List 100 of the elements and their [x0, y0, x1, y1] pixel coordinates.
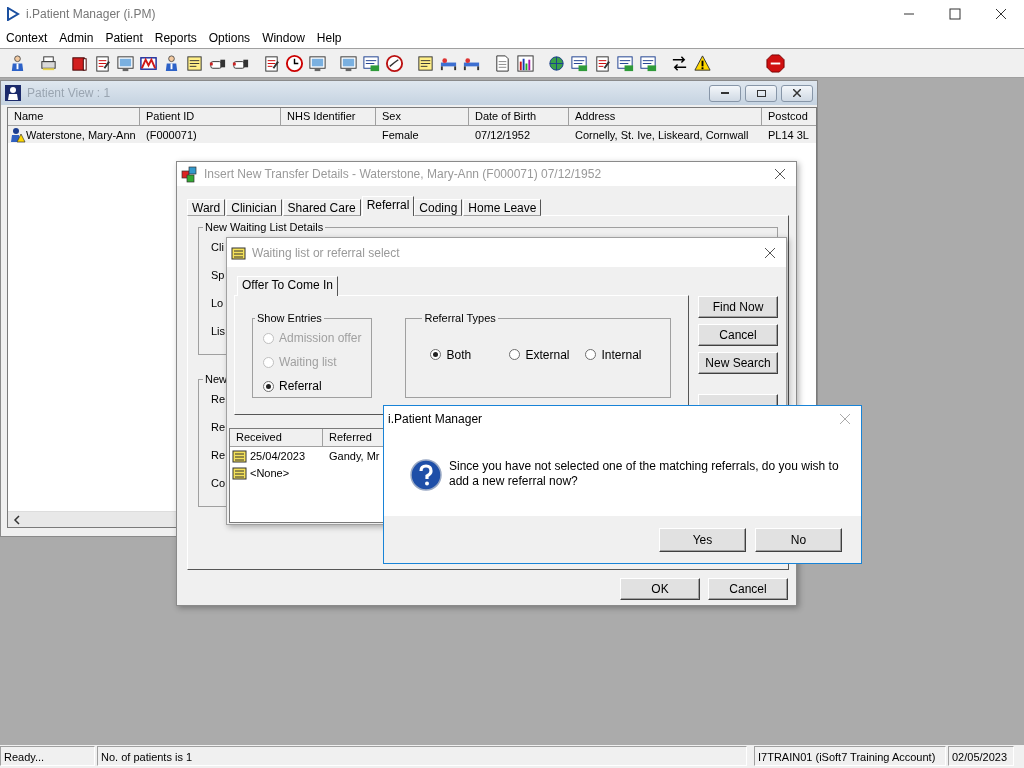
tab[interactable]: Offer To Come In: [237, 276, 338, 296]
group-title: Referral Types: [423, 312, 497, 324]
radio-label: External: [525, 347, 570, 362]
status-text: 02/05/2023: [948, 746, 1014, 766]
radio-label: Both: [446, 347, 472, 362]
tab[interactable]: Shared Care: [282, 199, 361, 216]
table-cell: PL14 3L: [768, 128, 809, 141]
field-label: Re: [211, 392, 226, 407]
table-cell: Female: [382, 128, 419, 141]
dialog-button[interactable]: No: [755, 527, 842, 552]
tab[interactable]: Clinician: [226, 199, 282, 216]
status-text: Ready...: [0, 746, 95, 766]
window-title: i.Patient Manager (i.PM): [26, 7, 157, 21]
field-label: Sp: [211, 268, 225, 283]
dialog-title: i.Patient Manager: [388, 411, 484, 426]
close-icon[interactable]: [764, 246, 776, 259]
dialog-button[interactable]: Cancel: [708, 578, 788, 600]
stop-sign-icon[interactable]: [766, 53, 785, 73]
status-text: No. of patients is 1: [97, 746, 747, 766]
table-cell: 07/12/1952: [475, 128, 531, 141]
column-header[interactable]: Patient ID: [140, 108, 281, 125]
dialog-title: Insert New Transfer Details - Waterstone, Mary-Ann (F000071) 07/12/1952: [204, 167, 603, 181]
cubes-icon: [181, 165, 199, 183]
menu-item[interactable]: Patient: [99, 31, 149, 45]
printer-icon[interactable]: [39, 53, 58, 73]
menu-item[interactable]: Context: [0, 31, 54, 45]
field-label: Cli: [211, 240, 224, 255]
notepad-icon: [232, 464, 248, 481]
minimize-button[interactable]: [709, 84, 741, 102]
menu-item[interactable]: Window: [256, 31, 311, 45]
column-header[interactable]: Postcod: [762, 108, 817, 125]
note-icon[interactable]: [416, 53, 435, 73]
field-label: Co: [211, 476, 226, 491]
tab[interactable]: Coding: [414, 199, 463, 216]
card-icon[interactable]: [570, 53, 589, 73]
column-header[interactable]: Address: [569, 108, 762, 125]
globe-icon[interactable]: [547, 53, 566, 73]
screen-icon[interactable]: [116, 53, 135, 73]
clock-icon[interactable]: [285, 53, 304, 73]
table-cell: Cornelly, St. Ive, Liskeard, Cornwall: [575, 128, 749, 141]
column-header[interactable]: Name: [8, 108, 140, 125]
question-icon: [410, 459, 442, 491]
dialog-button[interactable]: OK: [620, 578, 700, 600]
column-header[interactable]: NHS Identifier: [281, 108, 376, 125]
menu-item[interactable]: Options: [202, 31, 257, 45]
card-icon[interactable]: [362, 53, 381, 73]
column-header[interactable]: Sex: [376, 108, 469, 125]
dialog-button[interactable]: New Search: [698, 352, 778, 374]
table-cell: (F000071): [146, 128, 197, 141]
maximize-icon[interactable]: [949, 8, 961, 20]
document-icon[interactable]: [493, 53, 512, 73]
warning-icon[interactable]: [693, 53, 712, 73]
table-cell: 25/04/2023: [250, 449, 306, 462]
close-icon[interactable]: [774, 168, 786, 180]
menu-item[interactable]: Admin: [53, 31, 100, 45]
field-label: Re: [211, 448, 226, 463]
person-warning-icon: [10, 126, 26, 143]
patient-row[interactable]: Waterstone, Mary-Ann (F000071) Female 07/12/1952 Cornelly, St. Ive, Liskeard, Cornwall PL14 3L: [8, 126, 816, 143]
radio-label: Internal: [601, 347, 642, 362]
tab[interactable]: Ward: [187, 199, 226, 216]
message-text: Since you have not selected one of the matching referrals, do you wish to add a new referral now?: [449, 459, 840, 489]
restore-button[interactable]: [745, 84, 777, 102]
table-cell: <None>: [250, 466, 290, 479]
play-triangle-icon: [6, 7, 20, 21]
card-icon[interactable]: [639, 53, 658, 73]
radio-button[interactable]: [263, 380, 274, 392]
radio-label: Admission offer: [279, 331, 362, 345]
screen-icon[interactable]: [339, 53, 358, 73]
tab[interactable]: Home Leave: [463, 199, 542, 216]
person-icon: [5, 85, 21, 101]
clipboard-icon[interactable]: [93, 53, 112, 73]
table-cell: Waterstone, Mary-Ann: [26, 128, 136, 141]
dialog-button[interactable]: Cancel: [698, 324, 778, 346]
menu-item[interactable]: Reports: [148, 31, 203, 45]
close-icon[interactable]: [995, 8, 1007, 20]
radio-button[interactable]: [509, 349, 521, 360]
notepad-icon: [232, 447, 248, 464]
radio-label: Referral: [279, 379, 322, 393]
column-header[interactable]: Received: [230, 429, 323, 446]
radio-button[interactable]: [430, 349, 442, 360]
note-icon[interactable]: [185, 53, 204, 73]
restore-icon[interactable]: [756, 89, 766, 97]
dialog-button[interactable]: Find Now: [698, 296, 778, 318]
clipboard-icon[interactable]: [593, 53, 612, 73]
bar-chart-icon[interactable]: [516, 53, 535, 73]
table-cell: Gandy, Mr: [329, 449, 380, 462]
dialog-title: Waiting list or referral select: [252, 245, 401, 260]
clipboard-icon[interactable]: [262, 53, 281, 73]
close-icon[interactable]: [793, 89, 801, 97]
status-text: I7TRAIN01 (iSoft7 Training Account): [754, 746, 946, 766]
screen-icon[interactable]: [308, 53, 327, 73]
dialog-button[interactable]: Yes: [659, 527, 746, 552]
field-label: Lis: [211, 324, 226, 339]
radio-button[interactable]: [585, 349, 597, 360]
column-header[interactable]: Date of Birth: [469, 108, 569, 125]
tab[interactable]: Referral: [361, 196, 415, 216]
menu-item[interactable]: Help: [310, 31, 348, 45]
card-icon[interactable]: [616, 53, 635, 73]
close-button[interactable]: [781, 84, 813, 102]
field-label: Lo: [211, 296, 224, 311]
